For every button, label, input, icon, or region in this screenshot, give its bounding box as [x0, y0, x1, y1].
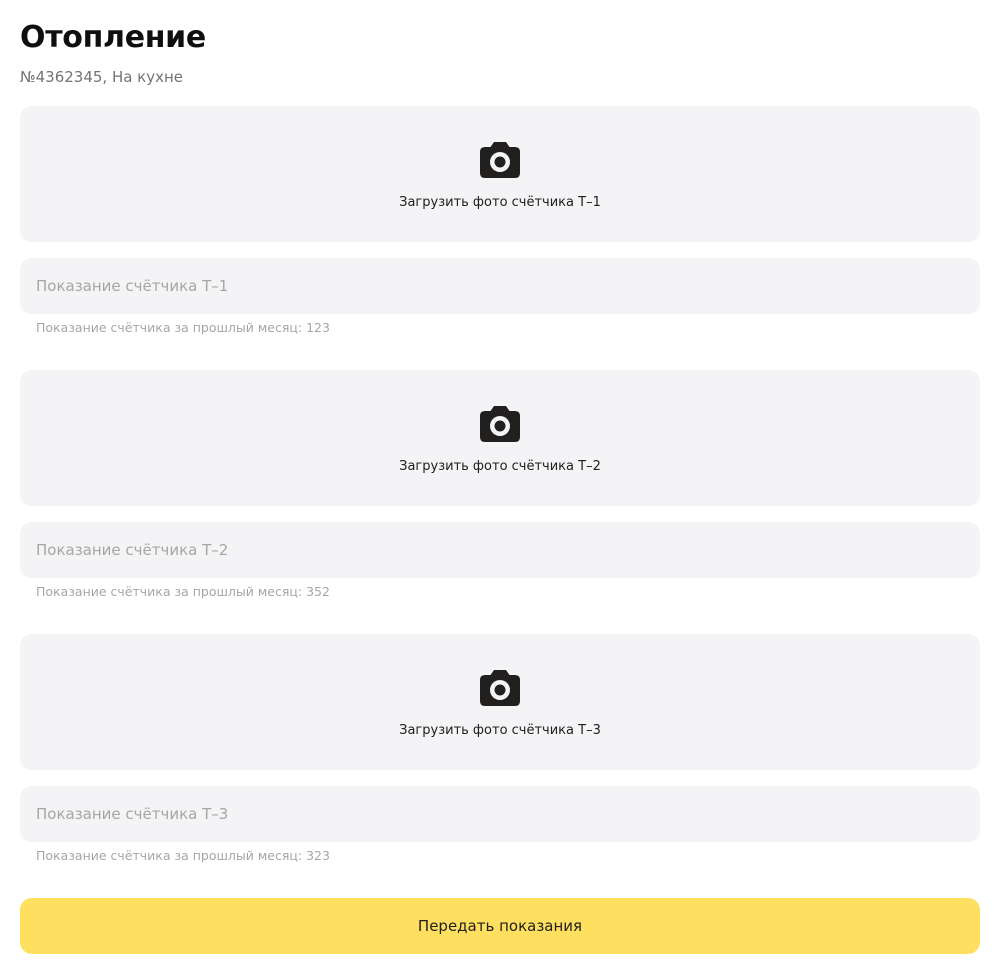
reading-t1-input[interactable] — [20, 258, 980, 314]
previous-reading-t2-hint: Показание счётчика за прошлый месяц: 352 — [36, 584, 330, 599]
reading-t2-input[interactable] — [20, 522, 980, 578]
upload-photo-t1-label: Загрузить фото счётчика Т–1 — [399, 195, 601, 210]
submit-readings-button[interactable]: Передать показания — [20, 898, 980, 954]
camera-icon — [480, 670, 520, 706]
meter-subtitle: №4362345, На кухне — [20, 68, 184, 86]
camera-icon — [480, 142, 520, 178]
previous-reading-t1-hint: Показание счётчика за прошлый месяц: 123 — [36, 320, 330, 335]
upload-photo-t2-button[interactable]: Загрузить фото счётчика Т–2 — [20, 370, 980, 506]
previous-reading-t3-hint: Показание счётчика за прошлый месяц: 323 — [36, 848, 330, 863]
upload-photo-t2-label: Загрузить фото счётчика Т–2 — [399, 459, 601, 474]
camera-icon — [480, 406, 520, 442]
page-title: Отопление — [20, 20, 206, 55]
upload-photo-t1-button[interactable]: Загрузить фото счётчика Т–1 — [20, 106, 980, 242]
reading-t3-input[interactable] — [20, 786, 980, 842]
meter-readings-page: Отопление №4362345, На кухне Загрузить ф… — [0, 0, 1000, 974]
upload-photo-t3-button[interactable]: Загрузить фото счётчика Т–3 — [20, 634, 980, 770]
upload-photo-t3-label: Загрузить фото счётчика Т–3 — [399, 723, 601, 738]
